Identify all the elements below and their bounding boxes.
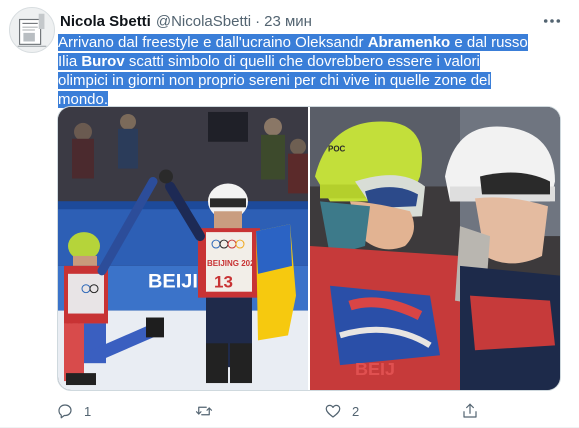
- like-count: 2: [352, 403, 360, 419]
- bib-label: BEIJING 2022: [207, 259, 260, 268]
- reply-button[interactable]: 1: [56, 400, 91, 422]
- photo-athletes-celebrating[interactable]: BEIJING 27: [58, 107, 308, 390]
- helmet-brand: POC: [328, 145, 346, 154]
- right-banner-text: BEIJ: [355, 359, 395, 379]
- share-button[interactable]: [461, 400, 479, 422]
- bib-number-right: 13: [214, 273, 233, 292]
- timestamp[interactable]: 23 мин: [264, 13, 312, 30]
- author-name[interactable]: Nicola Sbetti: [60, 13, 151, 30]
- photo-athletes-embracing[interactable]: POC BEIJ: [310, 107, 560, 390]
- athlete-name-abramenko: Abramenko: [367, 34, 451, 51]
- media-grid: BEIJING 27: [57, 106, 561, 391]
- selected-text: Arrivano dal freestyle e dall'ucraino Ol…: [58, 34, 528, 108]
- athlete-name-burov: Burov: [81, 53, 125, 70]
- tweet-text: Arrivano dal freestyle e dall'ucraino Ol…: [58, 33, 528, 109]
- tweet-card[interactable]: Nicola Sbetti @NicolaSbetti · 23 мин Arr…: [0, 0, 579, 428]
- separator-dot: ·: [255, 12, 261, 30]
- like-button[interactable]: 2: [324, 400, 359, 422]
- retweet-button[interactable]: [195, 400, 223, 422]
- more-options-icon[interactable]: [542, 12, 562, 30]
- avatar[interactable]: [9, 7, 55, 53]
- reply-icon: [58, 404, 72, 419]
- tweet-actions: 1 2: [56, 400, 536, 422]
- text-part-1: Arrivano dal freestyle e dall'ucraino Ol…: [58, 34, 368, 51]
- share-icon: [463, 403, 477, 418]
- tweet-header: Nicola Sbetti @NicolaSbetti · 23 мин: [60, 11, 312, 31]
- heart-icon: [325, 404, 341, 418]
- retweet-icon: [195, 406, 213, 416]
- author-handle[interactable]: @NicolaSbetti: [156, 13, 251, 30]
- reply-count: 1: [84, 403, 92, 419]
